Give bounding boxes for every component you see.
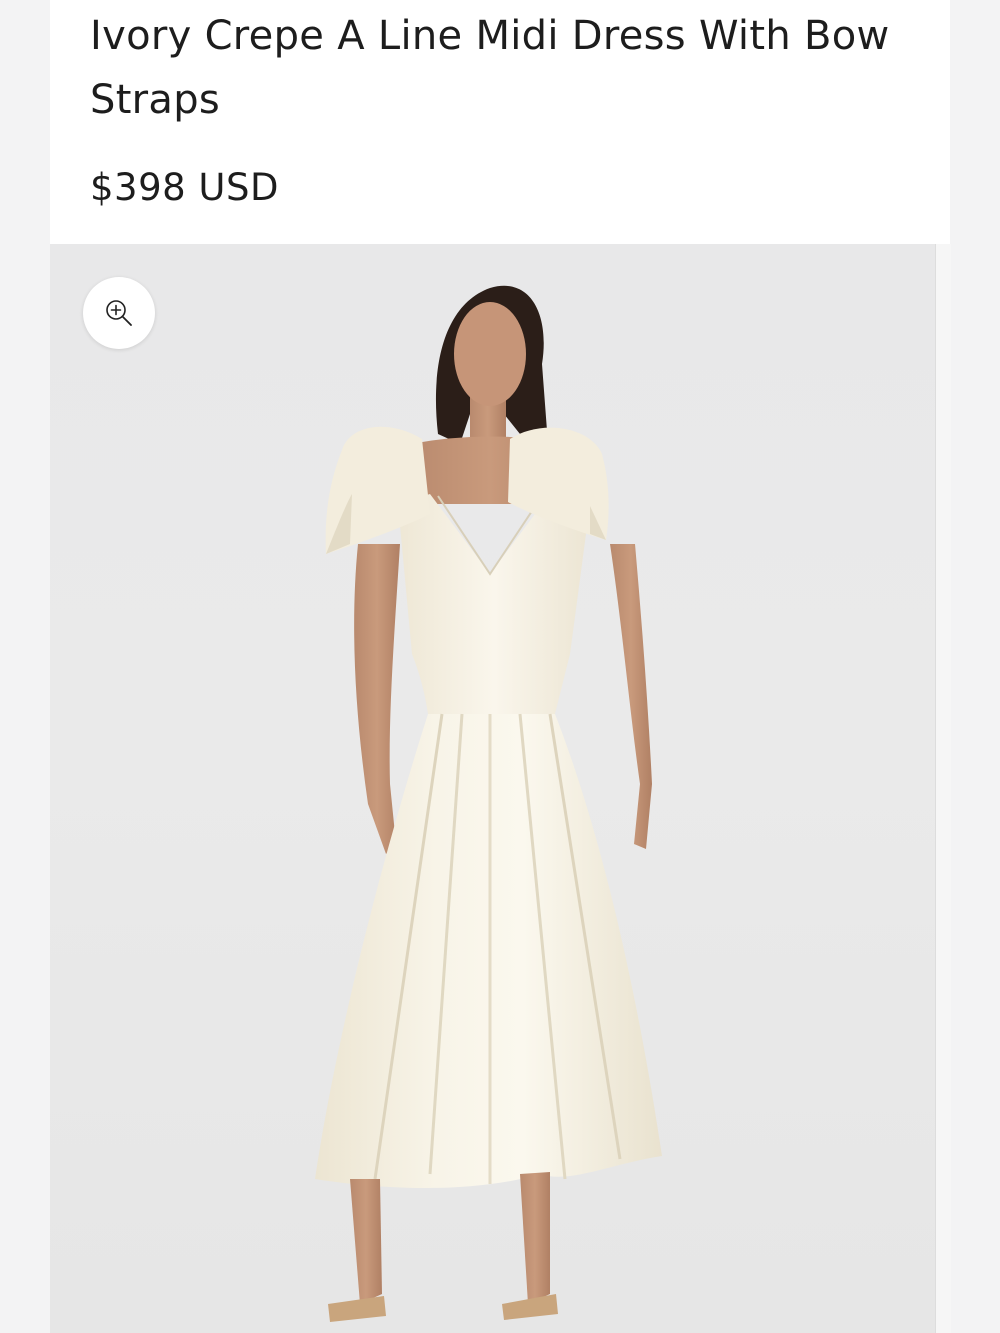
right-arm: [610, 544, 652, 849]
right-gutter: [950, 0, 1000, 1333]
left-arm: [354, 544, 400, 854]
right-leg: [520, 1172, 550, 1304]
left-sandal: [328, 1296, 386, 1322]
product-price: $398 USD: [90, 166, 279, 209]
next-image-peek[interactable]: [935, 244, 951, 1333]
zoom-in-button[interactable]: [83, 277, 155, 349]
product-detail: Ivory Crepe A Line Midi Dress With Bow S…: [50, 0, 951, 1333]
product-photo[interactable]: [50, 244, 935, 1333]
left-gutter: [0, 0, 50, 1333]
zoom-in-icon: [106, 300, 132, 326]
product-title: Ivory Crepe A Line Midi Dress With Bow S…: [90, 13, 890, 123]
face: [454, 302, 526, 406]
left-leg: [350, 1179, 382, 1304]
product-image-gallery[interactable]: [50, 244, 935, 1333]
bodice: [398, 494, 590, 714]
product-page: Ivory Crepe A Line Midi Dress With Bow S…: [0, 0, 1000, 1333]
product-header: Ivory Crepe A Line Midi Dress With Bow S…: [50, 0, 950, 244]
